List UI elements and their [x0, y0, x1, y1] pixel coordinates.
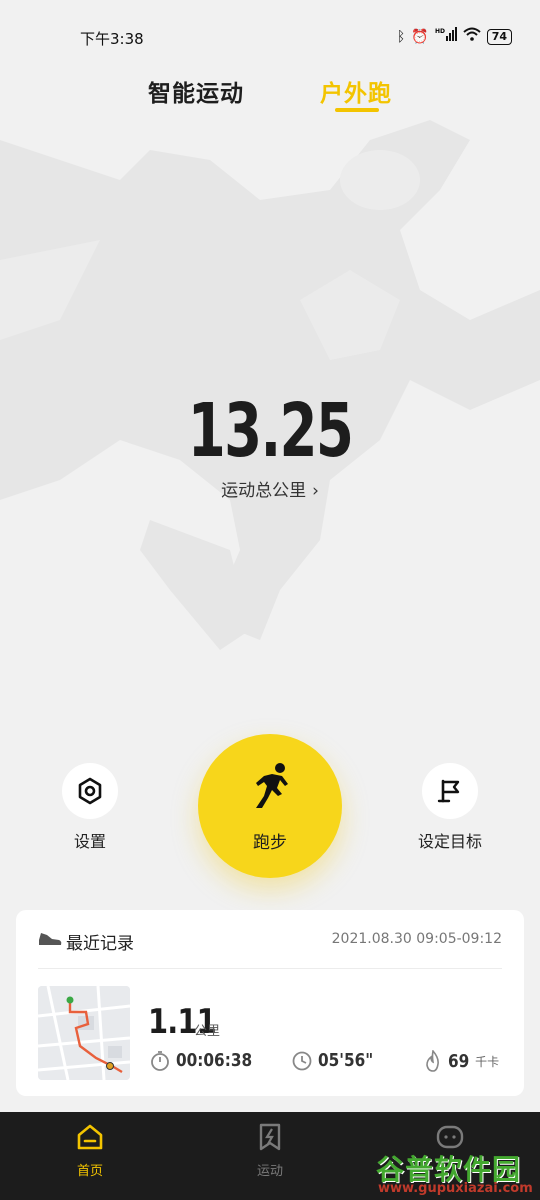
nav-home-label: 首页 — [76, 1164, 103, 1179]
recent-record-header: 最近记录 2021.08.30 09:05-09:12 — [16, 910, 524, 968]
divider — [38, 968, 502, 969]
bluetooth-icon: ᛒ — [396, 28, 406, 45]
tab-outdoor-run[interactable]: 户外跑 — [320, 74, 392, 108]
running-person-icon — [256, 763, 288, 808]
status-icons: ᛒ ⏰ HD 74 — [397, 27, 512, 46]
sport-icon — [259, 1123, 281, 1151]
start-run-button[interactable]: 跑步 — [198, 734, 342, 878]
flag-icon — [437, 779, 460, 803]
clock-icon — [292, 1051, 312, 1070]
watermark-url: www.gupuxiazai.com — [378, 1181, 533, 1196]
recent-distance-unit: 公里 — [194, 1024, 221, 1039]
status-time: 下午3:38 — [80, 30, 144, 48]
signal-icon: HD — [435, 27, 457, 46]
nav-sport[interactable]: 运动 — [230, 1122, 310, 1179]
chevron-right-icon: › — [312, 481, 319, 501]
total-distance-link[interactable]: 运动总公里 › — [0, 476, 540, 501]
calories-stat: 69 千卡 — [424, 1050, 499, 1072]
recent-record-datetime: 2021.08.30 09:05-09:12 — [331, 931, 502, 947]
set-goal-button[interactable] — [422, 763, 478, 819]
flame-icon — [426, 1050, 439, 1072]
total-distance-value: 13.25 — [187, 388, 354, 474]
battery-indicator: 74 — [486, 28, 512, 45]
tab-smart-sport[interactable]: 智能运动 — [148, 74, 244, 108]
run-label: 跑步 — [253, 833, 287, 853]
recent-record-card[interactable]: 最近记录 2021.08.30 09:05-09:12 1.11 公里 00:0… — [16, 910, 524, 1096]
nav-home[interactable]: 首页 — [50, 1122, 130, 1179]
total-distance-label: 运动总公里 — [221, 481, 307, 501]
svg-text:HD: HD — [435, 28, 445, 35]
route-map-thumbnail[interactable] — [38, 986, 130, 1080]
top-tabs: 智能运动 户外跑 — [0, 72, 540, 112]
shoe-icon — [39, 933, 62, 945]
recent-record-title: 最近记录 — [66, 934, 134, 954]
settings-label: 设置 — [74, 832, 107, 851]
set-goal-label: 设定目标 — [418, 832, 483, 851]
status-bar: 下午3:38 ᛒ ⏰ HD 74 — [0, 0, 540, 72]
calories-value: 69 — [448, 1050, 470, 1072]
hexagon-settings-icon — [78, 777, 102, 805]
alarm-icon: ⏰ — [411, 28, 429, 45]
duration-value: 00:06:38 — [176, 1050, 253, 1071]
stopwatch-icon — [151, 1050, 169, 1071]
duration-stat: 00:06:38 — [150, 1050, 266, 1071]
pace-value: 05'56" — [318, 1050, 374, 1071]
home-icon — [77, 1124, 103, 1150]
wifi-icon — [463, 27, 481, 46]
pace-stat: 05'56" — [292, 1050, 383, 1071]
calories-unit: 千卡 — [475, 1054, 500, 1069]
active-tab-indicator — [335, 108, 379, 112]
settings-button[interactable] — [62, 763, 118, 819]
nav-sport-label: 运动 — [256, 1164, 283, 1179]
